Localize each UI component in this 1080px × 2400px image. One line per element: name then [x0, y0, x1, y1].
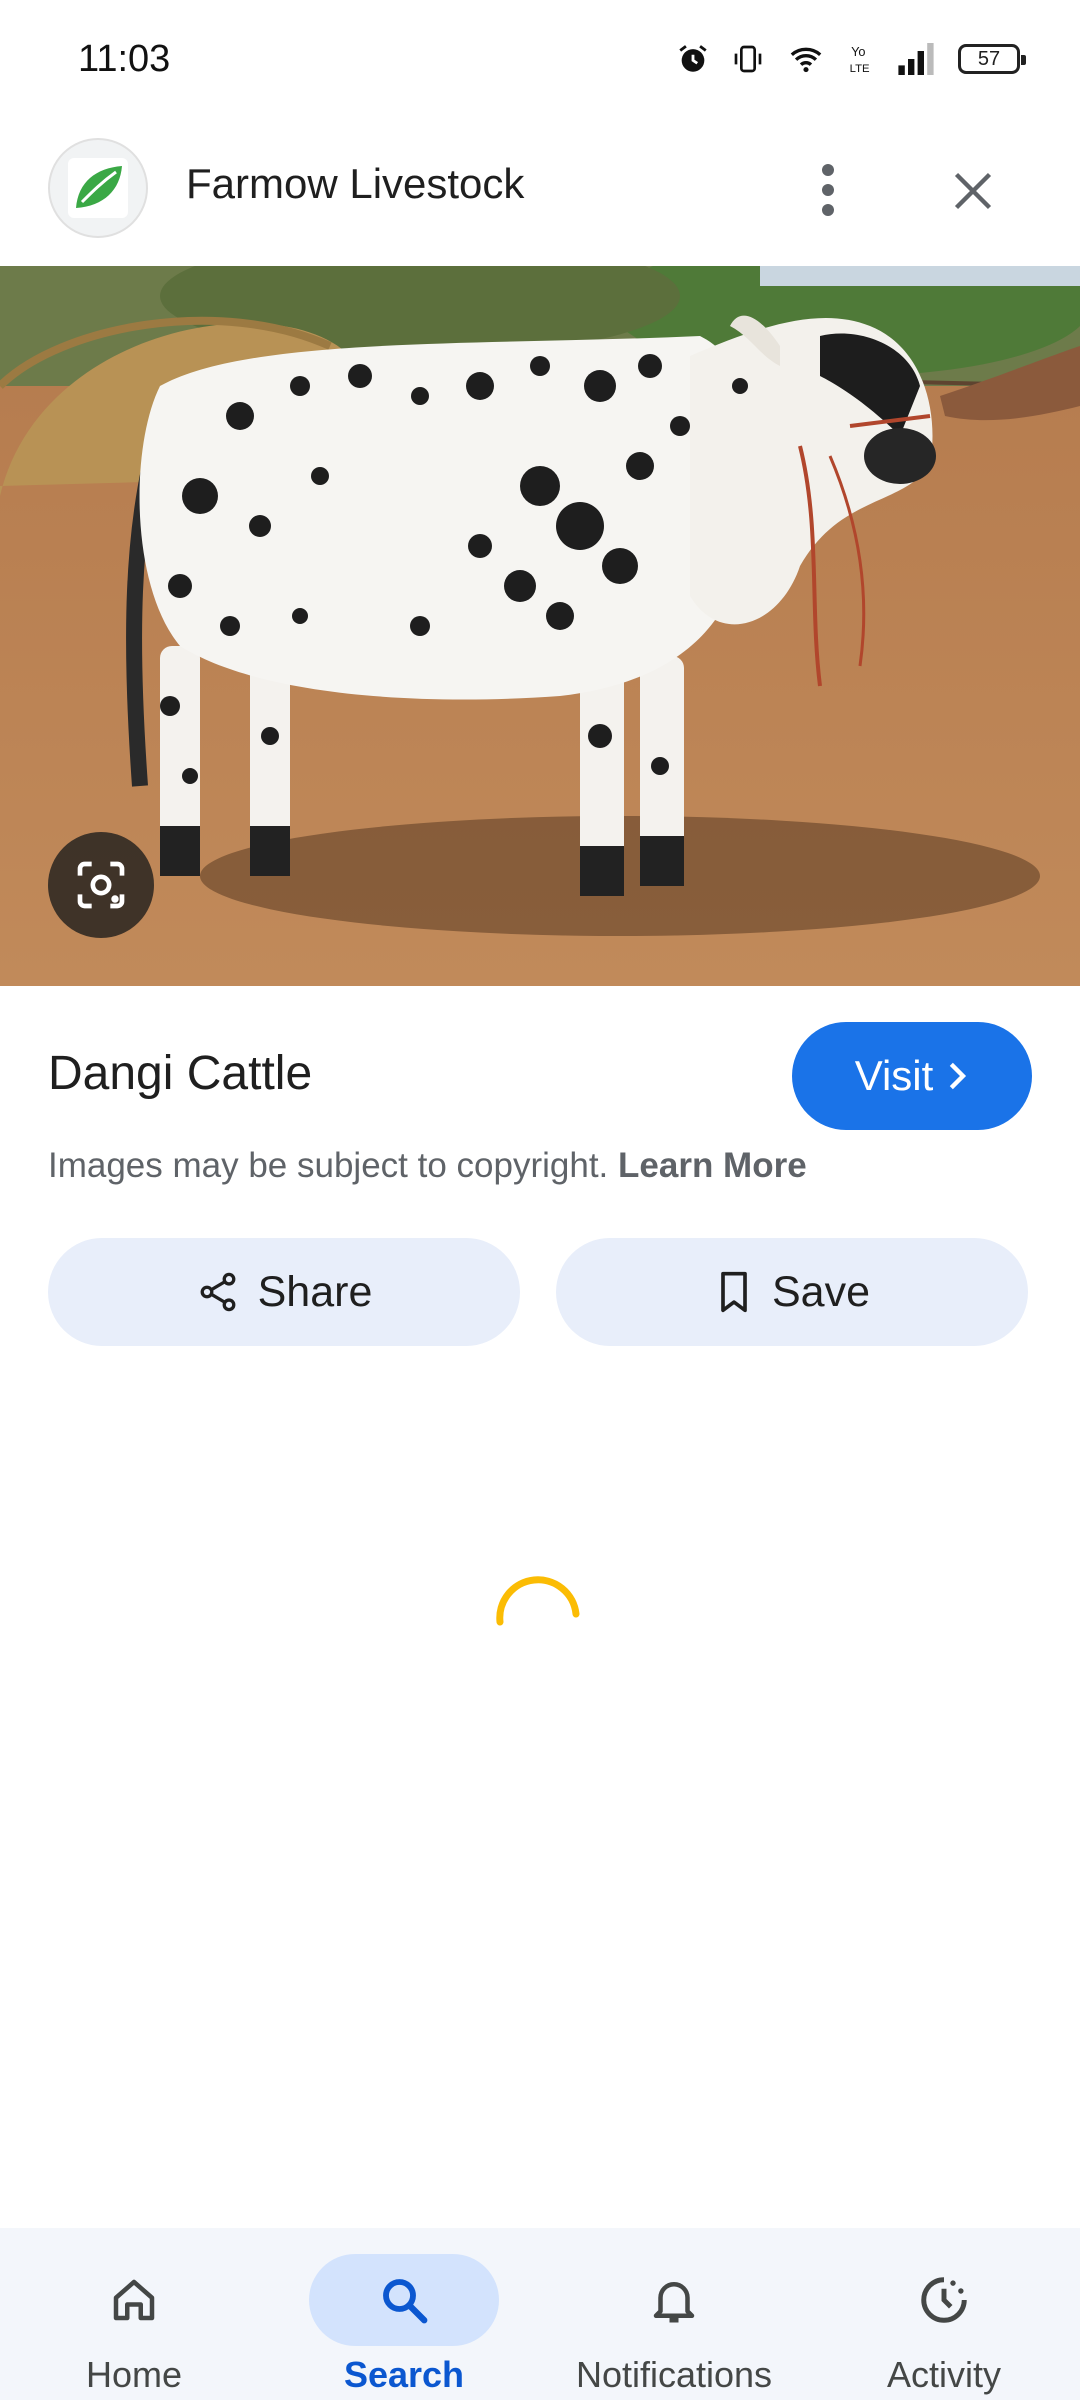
leaf-logo-icon	[68, 158, 128, 218]
save-label: Save	[771, 1267, 870, 1316]
cow-photo	[0, 266, 1080, 986]
more-vert-icon	[822, 164, 834, 216]
share-icon	[200, 1272, 236, 1312]
learn-more-link[interactable]: Learn More	[618, 1146, 807, 1185]
visit-label: Visit	[854, 1052, 934, 1099]
header: Farmow Livestock	[0, 128, 1080, 266]
nav-notifications-label: Notifications	[575, 2354, 773, 2395]
chevron-right-icon	[950, 1062, 967, 1090]
nav-home-label: Home	[85, 2354, 183, 2395]
svg-text:Yo: Yo	[851, 44, 865, 59]
result-title: Dangi Cattle	[48, 1047, 313, 1100]
activity-icon	[921, 2277, 967, 2323]
nav-search-label: Search	[343, 2354, 465, 2395]
volte-icon: Yo LTE	[850, 44, 870, 75]
signal-icon	[898, 43, 934, 75]
bottom-navigation: Home Search Notifications Activity	[0, 2228, 1080, 2400]
search-icon	[383, 2279, 428, 2324]
share-button[interactable]: Share	[48, 1238, 520, 1346]
visit-button[interactable]: Visit	[792, 1022, 1032, 1130]
battery-indicator: 57	[958, 44, 1026, 74]
result-image[interactable]	[0, 266, 1080, 986]
status-time: 11:03	[78, 38, 171, 80]
status-bar: 11:03 Yo LTE 57	[0, 0, 1080, 128]
wifi-icon	[790, 47, 822, 73]
google-lens-icon	[77, 861, 125, 909]
nav-search-icon-wrap	[309, 2254, 499, 2346]
nav-notifications[interactable]: Notifications	[544, 2240, 804, 2400]
vibrate-icon	[734, 45, 762, 73]
bell-icon	[653, 2282, 695, 2323]
nav-notifications-icon-wrap	[579, 2254, 769, 2346]
loading-spinner	[496, 1576, 580, 1626]
alarm-icon	[679, 45, 707, 72]
nav-activity[interactable]: Activity	[814, 2240, 1074, 2400]
site-name[interactable]: Farmow Livestock	[186, 160, 524, 208]
share-label: Share	[257, 1267, 373, 1316]
lens-button[interactable]	[48, 832, 154, 938]
save-button[interactable]: Save	[556, 1238, 1028, 1346]
svg-text:LTE: LTE	[850, 63, 870, 75]
site-logo[interactable]	[48, 138, 148, 238]
close-button[interactable]	[940, 158, 1006, 224]
copyright-text: Images may be subject to copyright.	[48, 1146, 609, 1185]
nav-home-icon-wrap	[39, 2254, 229, 2346]
home-icon	[113, 2279, 155, 2321]
nav-search[interactable]: Search	[274, 2240, 534, 2400]
nav-activity-label: Activity	[886, 2354, 1001, 2395]
more-options-button[interactable]	[800, 158, 856, 222]
nav-home[interactable]: Home	[4, 2240, 264, 2400]
nav-activity-icon-wrap	[849, 2254, 1039, 2346]
status-icons: Yo LTE 57	[676, 42, 1026, 76]
bookmark-icon	[721, 1271, 747, 1313]
copyright-notice: Images may be subject to copyright. Lear…	[48, 1146, 807, 1186]
close-icon	[954, 172, 992, 210]
